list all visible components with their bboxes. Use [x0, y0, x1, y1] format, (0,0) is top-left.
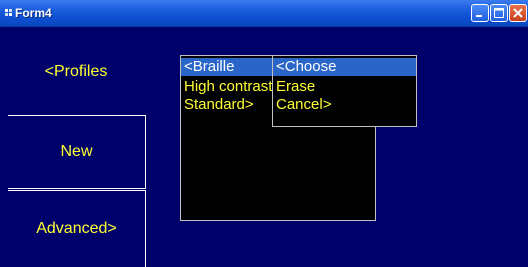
- menu-item-cancel[interactable]: Cancel>: [273, 96, 416, 114]
- advanced-label: Advanced>: [36, 220, 117, 237]
- advanced-button[interactable]: Advanced>: [8, 190, 146, 267]
- close-icon: [513, 8, 523, 18]
- list-item-braille[interactable]: <Braille: [181, 58, 273, 76]
- menu-item-erase[interactable]: Erase: [273, 78, 416, 96]
- minimize-button[interactable]: [471, 4, 489, 22]
- menu-item-choose[interactable]: <Choose: [273, 58, 416, 76]
- window-icon: [5, 9, 12, 16]
- list-item-standard[interactable]: Standard>: [184, 96, 276, 114]
- maximize-button[interactable]: [490, 4, 508, 22]
- close-button[interactable]: [509, 4, 527, 22]
- minimize-icon: [476, 15, 482, 17]
- title-bar[interactable]: Form4: [0, 0, 528, 27]
- new-button[interactable]: New: [8, 115, 146, 189]
- profiles-button[interactable]: <Profiles: [8, 44, 144, 100]
- form-window: Form4 <Profiles New Advanced> <Braille H…: [0, 0, 528, 267]
- context-menu[interactable]: <Choose Erase Cancel>: [272, 55, 417, 127]
- maximize-icon: [494, 8, 504, 18]
- new-label: New: [60, 143, 93, 160]
- list-item-high-contrast[interactable]: High contrast: [184, 78, 276, 96]
- profiles-label: <Profiles: [44, 63, 108, 80]
- window-title: Form4: [15, 6, 52, 20]
